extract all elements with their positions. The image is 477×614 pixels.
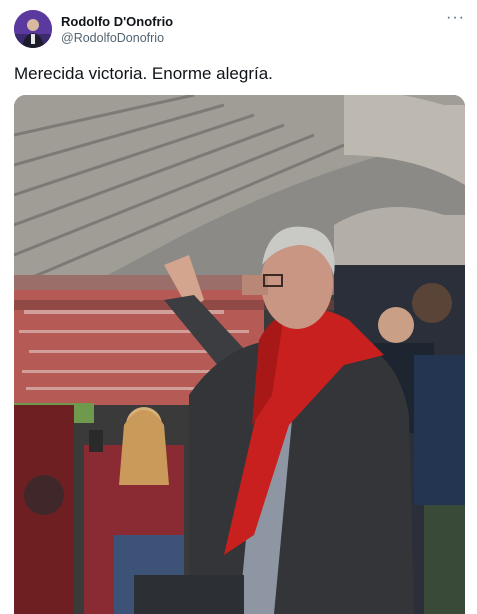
more-options-icon[interactable]: ··· — [446, 10, 465, 26]
author-name[interactable]: Rodolfo D'Onofrio — [61, 14, 173, 29]
author-handle[interactable]: @RodolfoDonofrio — [61, 31, 164, 45]
avatar[interactable] — [14, 10, 52, 48]
tweet-text: Merecida victoria. Enorme alegría. — [14, 64, 273, 83]
tweet-card[interactable]: Rodolfo D'Onofrio @RodolfoDonofrio ··· M… — [0, 0, 477, 614]
stadium-photo — [14, 95, 465, 614]
tweet-photo[interactable] — [14, 95, 465, 614]
avatar-image — [14, 10, 52, 48]
